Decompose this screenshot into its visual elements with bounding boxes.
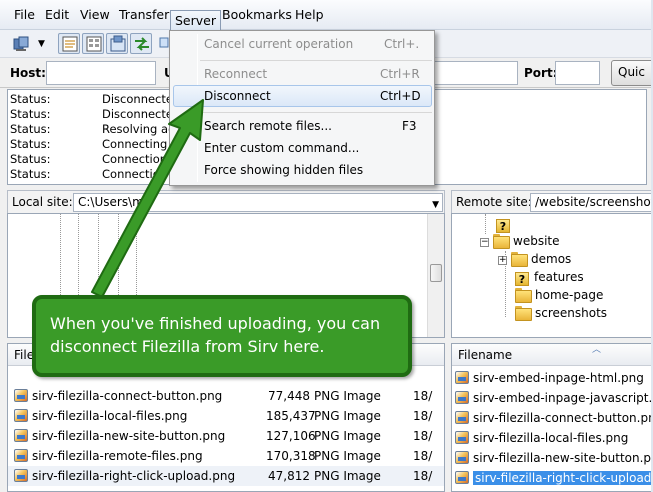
menu-item-cancel-operation[interactable]: Cancel current operation [204, 34, 353, 54]
local-site-bar: Local site: C:\Users\m ▼ [7, 190, 445, 214]
local-path-text: C:\Users\m [78, 195, 144, 209]
table-row[interactable]: sirv-filezilla-local-files.png 185,437 P… [8, 406, 444, 426]
chevron-down-icon[interactable]: ▼ [432, 197, 439, 211]
sort-ascending-icon: ︿ [592, 345, 602, 355]
dropdown-arrow-icon[interactable]: ▼ [38, 39, 45, 49]
table-row[interactable]: sirv-filezilla-local-files.png [452, 428, 653, 448]
menu-item-disconnect[interactable]: Disconnect [204, 86, 271, 106]
shortcut-disconnect: Ctrl+D [380, 89, 421, 103]
table-row-selected[interactable]: sirv-filezilla-right-click-upload.pr [452, 468, 653, 488]
tree-item-demos[interactable]: + demos [498, 250, 571, 268]
annotation-callout: When you've finished uploading, you can … [32, 295, 412, 377]
menu-help[interactable]: Help [295, 6, 324, 24]
toggle-local-tree-button[interactable] [82, 33, 104, 54]
png-file-icon [455, 411, 469, 424]
folder-icon [511, 252, 528, 267]
remote-directory-tree[interactable]: ? − website + demos ? features home-page sc… [451, 213, 653, 338]
remote-site-label: Remote site: [456, 195, 532, 209]
remote-tree-icon [110, 35, 126, 52]
menu-gutter [197, 34, 198, 182]
table-row[interactable]: sirv-embed-inpage-html.png [452, 368, 653, 388]
menu-item-search-remote-files[interactable]: Search remote files... [204, 116, 332, 136]
table-row[interactable]: sirv-filezilla-connect-button.png 77,448… [8, 386, 444, 406]
port-label: Port: [524, 66, 558, 80]
tree-item-home-page[interactable]: home-page [515, 286, 603, 304]
site-manager-icon [13, 36, 29, 51]
password-input[interactable] [430, 61, 518, 85]
remote-site-bar: Remote site: /website/screenshots [451, 190, 653, 214]
collapse-icon[interactable]: − [480, 238, 489, 247]
local-tree-scrollbar[interactable] [427, 214, 444, 337]
tree-item-screenshots[interactable]: screenshots [515, 304, 607, 322]
table-row[interactable]: sirv-filezilla-new-site-button.png 127,1… [8, 426, 444, 446]
shortcut-cancel: Ctrl+. [384, 37, 420, 51]
shortcut-search: F3 [402, 119, 417, 133]
unknown-folder-icon: ? [496, 219, 510, 233]
tree-item-features[interactable]: ? features [515, 268, 584, 286]
png-file-icon [14, 389, 28, 402]
remote-path-combobox[interactable]: /website/screenshots [530, 193, 653, 212]
callout-text: When you've finished uploading, you can … [50, 314, 381, 356]
png-file-icon [14, 469, 28, 482]
menu-view[interactable]: View [80, 6, 110, 24]
png-file-icon [14, 449, 28, 462]
menu-server[interactable]: Server [170, 10, 221, 31]
table-row[interactable]: sirv-filezilla-right-click-upload.png 47… [8, 466, 444, 486]
menu-separator [200, 60, 432, 61]
tree-line [485, 214, 486, 234]
table-row[interactable]: sirv-filezilla-connect-button.png [452, 408, 653, 428]
table-row[interactable]: sirv-filezilla-new-site-button.png [452, 448, 653, 468]
quickconnect-button[interactable]: Quic [611, 60, 653, 86]
toggle-queue-button[interactable] [130, 33, 152, 54]
remote-path-text: /website/screenshots [535, 195, 653, 209]
unknown-folder-icon: ? [515, 272, 529, 286]
local-tree-icon [86, 36, 102, 52]
toggle-log-button[interactable] [58, 33, 80, 54]
message-log-icon [62, 36, 78, 52]
png-file-icon [455, 391, 469, 404]
toggle-remote-tree-button[interactable] [106, 33, 128, 54]
folder-icon [515, 288, 532, 303]
remote-file-list[interactable]: Filename ︿ sirv-embed-inpage-html.png si… [451, 343, 653, 492]
host-label: Host: [10, 66, 46, 80]
menu-edit[interactable]: Edit [45, 6, 69, 24]
folder-icon [515, 306, 532, 321]
png-file-icon [455, 451, 469, 464]
shortcut-reconnect: Ctrl+R [380, 67, 420, 81]
table-row[interactable]: sirv-filezilla-remote-files.png 170,318 … [8, 446, 444, 466]
menu-separator [200, 112, 432, 113]
host-input[interactable] [46, 61, 156, 85]
column-filename[interactable]: Filename [458, 348, 512, 362]
expand-icon[interactable]: + [498, 256, 507, 265]
remote-list-header: Filename ︿ [452, 344, 653, 366]
png-file-icon [455, 371, 469, 384]
local-site-label: Local site: [12, 195, 73, 209]
menu-bookmarks[interactable]: Bookmarks [222, 6, 292, 24]
menu-item-force-hidden-files[interactable]: Force showing hidden files [204, 160, 363, 180]
port-input[interactable] [555, 61, 600, 85]
transfer-queue-icon [135, 37, 149, 51]
tree-item-unknown[interactable]: ? [496, 215, 515, 233]
png-file-icon [14, 409, 28, 422]
tree-item-website[interactable]: − website [480, 232, 560, 250]
menu-file[interactable]: File [14, 6, 35, 24]
png-file-icon [455, 471, 469, 484]
local-path-combobox[interactable]: C:\Users\m ▼ [73, 193, 443, 212]
folder-open-icon [493, 234, 510, 249]
menu-item-reconnect[interactable]: Reconnect [204, 64, 267, 84]
menu-item-enter-custom-command[interactable]: Enter custom command... [204, 138, 359, 158]
png-file-icon [455, 431, 469, 444]
server-dropdown-menu: Cancel current operation Ctrl+. Reconnec… [169, 30, 435, 186]
menu-transfer[interactable]: Transfer [119, 6, 169, 24]
table-row[interactable]: sirv-embed-inpage-javascript.pn [452, 388, 653, 408]
png-file-icon [14, 429, 28, 442]
site-manager-button[interactable] [10, 33, 32, 54]
scrollbar-thumb[interactable] [430, 264, 442, 282]
menu-bar: File Edit View Transfer Server Bookmarks… [0, 0, 653, 31]
